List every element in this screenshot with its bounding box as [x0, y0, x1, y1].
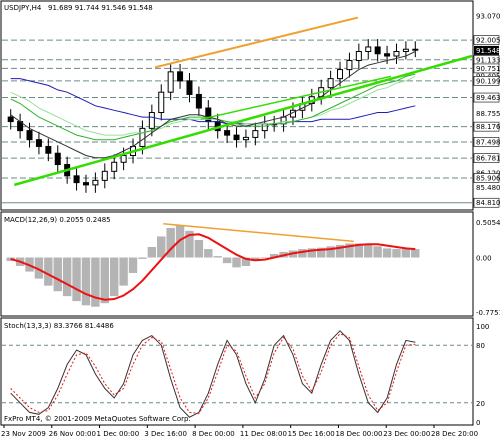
candle-body: [73, 175, 80, 184]
x-tick-label: 11 Dec 08:00: [240, 430, 287, 438]
macd-histogram-bar: [147, 246, 157, 258]
candle-body: [7, 116, 14, 123]
price-tick-label: 84.810: [476, 199, 500, 207]
macd-histogram-bar: [138, 257, 147, 259]
chart-canvas: 93.07092.00591.13390.75190.40590.19989.4…: [0, 0, 500, 438]
candle-body: [402, 48, 409, 52]
macd-tick-label: 0.00: [476, 255, 492, 263]
candle-body: [365, 46, 372, 52]
macd-histogram-bar: [44, 257, 53, 286]
candle-body: [35, 139, 42, 147]
candle-body: [224, 130, 231, 136]
candle-body: [337, 69, 344, 80]
candle-body: [393, 50, 400, 57]
x-tick-label: 3 Dec 16:00: [144, 430, 187, 438]
macd-histogram-bar: [100, 257, 109, 304]
x-tick-label: 26 Nov 00:00: [49, 430, 96, 438]
macd-histogram-bar: [62, 257, 72, 297]
macd-histogram-bar: [128, 257, 138, 273]
candle-body: [54, 152, 61, 166]
symbol-label: USDJPY,H4: [4, 4, 42, 12]
candle-body: [374, 46, 381, 55]
candle-body: [101, 170, 108, 181]
macd-histogram-bar: [157, 236, 166, 258]
price-tick-label: 85.480: [476, 184, 500, 192]
candle-body: [177, 71, 184, 82]
candle-body: [195, 93, 202, 109]
macd-tick-label: -0.7751: [476, 309, 500, 317]
macd-histogram-bar: [81, 257, 91, 306]
macd-histogram-bar: [411, 249, 420, 258]
copyright-label: FxPro MT4, © 2001-2009 MetaQuotes Softwa…: [4, 415, 191, 423]
macd-header: MACD(12,26,9) 0.2055 0.2485: [4, 216, 111, 224]
x-tick-label: 28 Dec 20:00: [431, 430, 478, 438]
macd-histogram-bar: [72, 257, 81, 302]
candle-body: [327, 78, 334, 89]
macd-histogram-bar: [213, 256, 222, 258]
candle-body: [82, 182, 89, 186]
x-tick-label: 1 Dec 00:00: [97, 430, 140, 438]
candle-body: [355, 50, 362, 62]
candle-body: [384, 53, 391, 57]
stoch-tick-label: 100: [476, 323, 489, 331]
stoch-tick-label: 20: [476, 400, 485, 408]
stoch-tick-label: 80: [476, 342, 485, 350]
price-tick-label: 89.463: [476, 94, 500, 102]
x-tick-label: 8 Dec 00:00: [192, 430, 235, 438]
macd-histogram-bar: [364, 244, 373, 258]
price-tick-label: 86.781: [476, 155, 500, 163]
price-tick-label: 91.133: [476, 56, 500, 64]
macd-histogram-bar: [119, 257, 128, 286]
candle-body: [158, 91, 165, 114]
ohlc-header: 91.689 91.744 91.546 91.548: [48, 4, 153, 12]
candle-body: [412, 48, 419, 51]
x-tick-label: 23 Nov 2009: [1, 430, 46, 438]
price-tick-label: 92.005: [476, 37, 500, 45]
macd-histogram-bar: [222, 257, 232, 264]
price-tick-label: 88.176: [476, 123, 500, 131]
x-tick-label: 23 Dec 00:00: [383, 430, 430, 438]
price-tick-label: 90.199: [476, 77, 500, 85]
candle-body: [280, 116, 287, 125]
macd-histogram-bar: [194, 239, 204, 258]
candle-body: [233, 134, 240, 141]
macd-histogram-bar: [91, 257, 100, 307]
price-tick-label: 87.498: [476, 138, 500, 146]
price-tick-label: 93.070: [476, 13, 500, 21]
candle-body: [346, 60, 353, 71]
candle-body: [252, 130, 259, 138]
candle-body: [26, 130, 33, 141]
last-price-label: 91.548: [476, 47, 500, 55]
macd-histogram-bar: [232, 257, 241, 268]
candle-body: [120, 154, 127, 163]
candle-body: [261, 123, 268, 132]
macd-histogram-bar: [401, 249, 411, 258]
candle-body: [92, 179, 99, 186]
candle-body: [139, 127, 146, 147]
candle-body: [186, 80, 193, 95]
macd-histogram-bar: [204, 249, 213, 258]
price-tick-label: 90.751: [476, 65, 500, 73]
macd-histogram-bar: [110, 257, 119, 297]
macd-histogram-bar: [53, 257, 62, 292]
candle-body: [167, 71, 174, 93]
price-tick-label: 85.906: [476, 174, 500, 182]
x-tick-label: 18 Dec 00:00: [335, 430, 382, 438]
candle-body: [45, 145, 52, 154]
macd-tick-label: 0.5054: [476, 219, 500, 227]
candle-body: [111, 161, 118, 172]
macd-histogram-bar: [392, 249, 401, 258]
price-axis: 93.07092.00591.13390.75190.40590.19989.4…: [473, 13, 500, 208]
stoch-tick-label: 0: [476, 419, 480, 427]
candle-body: [148, 112, 155, 129]
macd-histogram-bar: [382, 248, 392, 258]
price-tick-label: 88.755: [476, 110, 500, 118]
macd-histogram-bar: [373, 246, 382, 258]
x-tick-label: 15 Dec 16:00: [288, 430, 335, 438]
stoch-header: Stoch(13,3,3) 83.3766 81.4486: [4, 322, 114, 330]
candle-body: [242, 136, 249, 141]
